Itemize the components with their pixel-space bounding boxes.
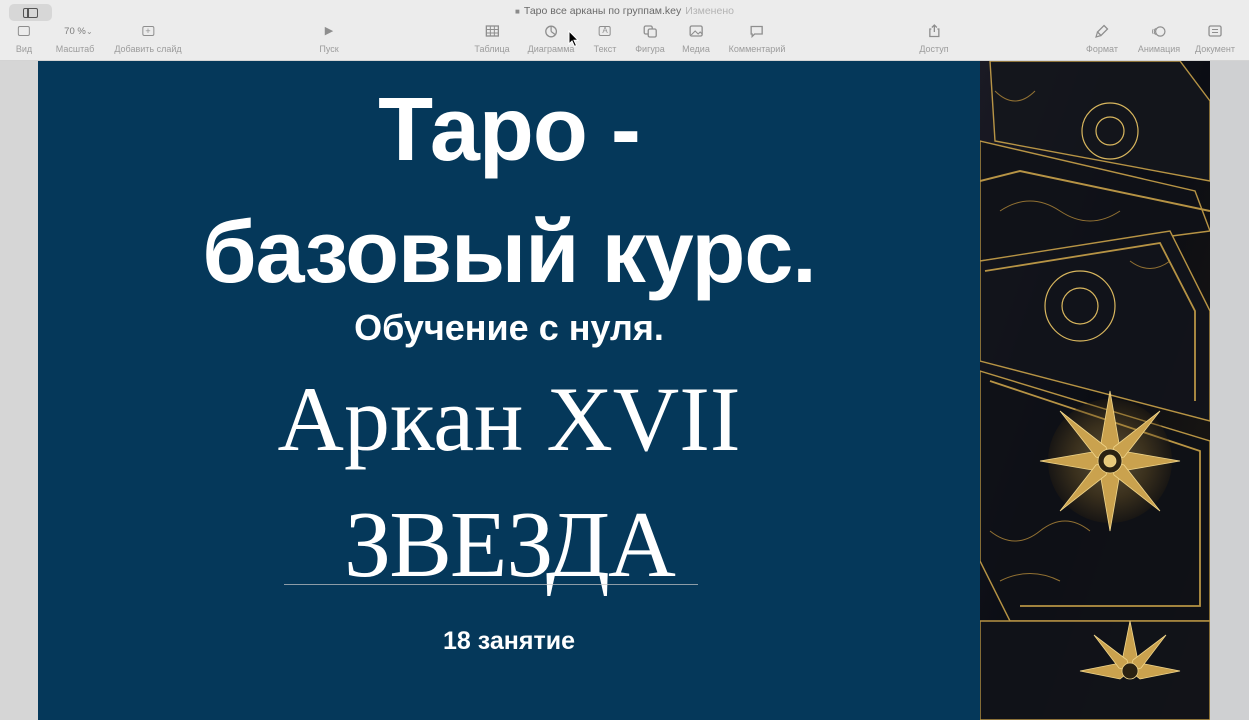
card-name: ЗВЕЗДА: [344, 493, 676, 597]
window-title: ■ Таро все арканы по группам.key Изменено: [0, 5, 1249, 17]
media-button[interactable]: Медиа: [682, 24, 710, 54]
share-button[interactable]: Доступ: [919, 24, 949, 54]
shape-label: Фигура: [635, 44, 665, 54]
play-icon: ▶: [324, 25, 334, 37]
view-button[interactable]: Вид: [16, 24, 32, 54]
animate-label: Анимация: [1137, 44, 1181, 54]
zoom-label: Масштаб: [55, 44, 95, 54]
tarot-cards-image: [980, 61, 1210, 720]
document-label: Документ: [1195, 44, 1235, 54]
comment-button[interactable]: Комментарий: [728, 24, 786, 54]
table-label: Таблица: [474, 44, 510, 54]
media-icon: [689, 24, 703, 38]
format-label: Формат: [1086, 44, 1118, 54]
mouse-cursor-icon: [568, 30, 579, 48]
animate-button[interactable]: Анимация: [1138, 24, 1180, 54]
format-button[interactable]: Формат: [1086, 24, 1118, 54]
edited-status: Изменено: [685, 5, 734, 17]
animate-icon: [1152, 24, 1166, 38]
view-icon: [17, 24, 31, 38]
text-label: Текст: [593, 44, 617, 54]
comment-label: Комментарий: [728, 44, 786, 54]
chevron-down-icon: ⌄: [86, 27, 93, 36]
share-label: Доступ: [919, 44, 949, 54]
table-icon: [485, 24, 499, 38]
text-button[interactable]: A Текст: [593, 24, 617, 54]
slide-subtitle: Обучение с нуля.: [354, 307, 664, 348]
paintbrush-icon: [1095, 24, 1109, 38]
document-button[interactable]: Документ: [1195, 24, 1235, 54]
toolbar: ■ Таро все арканы по группам.key Изменено …: [0, 0, 1249, 61]
document-icon: [1208, 24, 1222, 38]
table-button[interactable]: Таблица: [474, 24, 510, 54]
slide-title-line1: Таро -: [378, 80, 641, 180]
slide[interactable]: Таро - базовый курс. Обучение с нуля. Ар…: [38, 61, 1210, 720]
add-slide-button[interactable]: + Добавить слайд: [114, 24, 182, 54]
view-label: Вид: [15, 44, 33, 54]
document-icon: ■: [515, 7, 520, 16]
text-icon: A: [598, 24, 612, 38]
media-label: Медиа: [682, 44, 710, 54]
slide-title-line2: базовый курс.: [202, 202, 816, 301]
shape-button[interactable]: Фигура: [635, 24, 665, 54]
document-name: Таро все арканы по группам.key: [523, 5, 682, 17]
chart-icon: [544, 24, 558, 38]
add-slide-icon: +: [141, 24, 155, 38]
slide-canvas-edge: [1210, 61, 1249, 720]
arcana-number: Аркан XVII: [277, 368, 741, 470]
shape-icon: [643, 24, 657, 38]
comment-icon: [750, 24, 764, 38]
lesson-number: 18 занятие: [443, 627, 575, 655]
play-label: Пуск: [319, 44, 339, 54]
play-button[interactable]: ▶ Пуск: [319, 24, 338, 54]
zoom-value: 70 %: [64, 26, 86, 37]
add-slide-label: Добавить слайд: [114, 44, 182, 54]
share-icon: [927, 24, 941, 38]
card-name-underline: [284, 584, 698, 585]
